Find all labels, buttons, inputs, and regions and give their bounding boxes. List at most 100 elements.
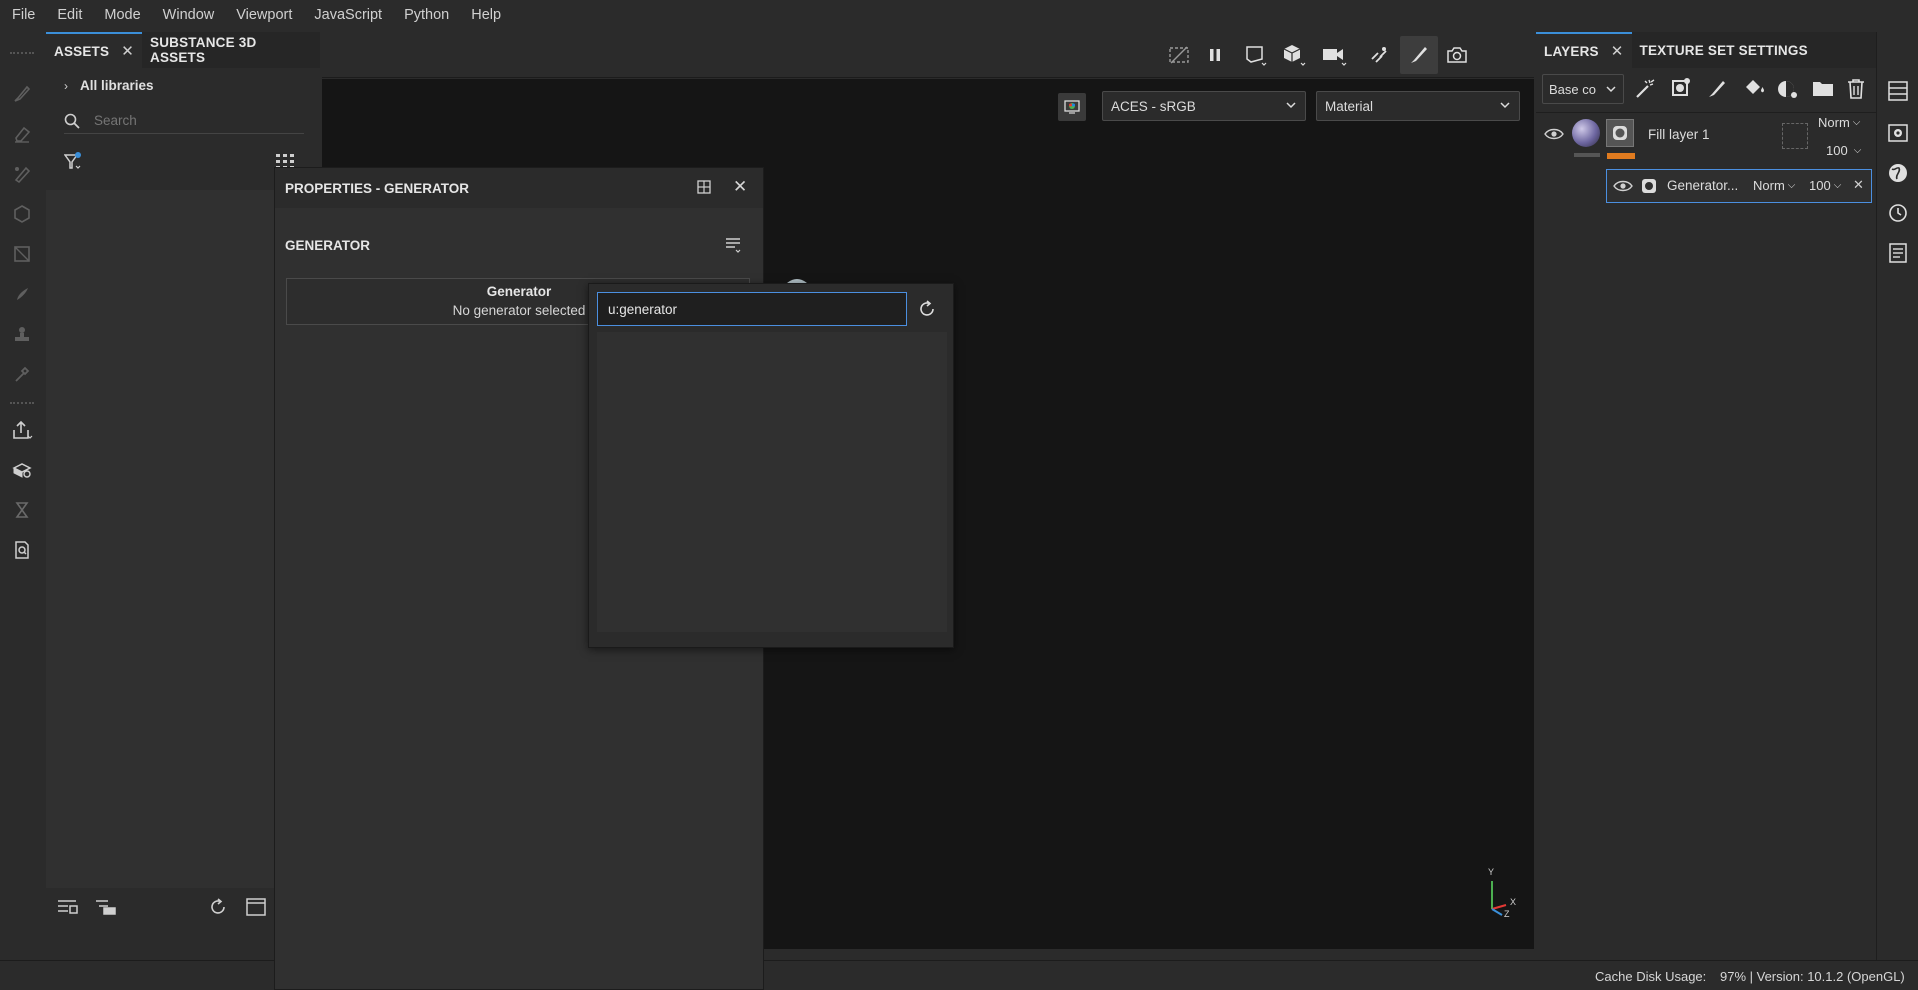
camera-view-icon[interactable]: [1320, 40, 1350, 70]
menu-window[interactable]: Window: [152, 7, 226, 23]
generator-search-input[interactable]: [597, 292, 907, 326]
menu-mode[interactable]: Mode: [93, 7, 151, 23]
axis-z-label: Z: [1504, 909, 1510, 919]
tab-texture-set-settings[interactable]: TEXTURE SET SETTINGS: [1632, 32, 1816, 68]
blend-mode-dropdown[interactable]: Norm ⌵: [1818, 115, 1860, 130]
paint-brush-tool-icon[interactable]: [10, 82, 34, 106]
menu-bar: File Edit Mode Window Viewport JavaScrip…: [0, 0, 1918, 30]
layer-name: Generator...: [1667, 178, 1739, 193]
tab-layers-label: LAYERS: [1544, 43, 1599, 59]
cache-disk-value: 97% | Version: 10.1.2 (OpenGL): [1720, 969, 1905, 984]
layer-row-fill[interactable]: Fill layer 1 Norm ⌵ 100 ⌵: [1536, 113, 1876, 165]
layer-channel-bar: [1574, 153, 1600, 157]
add-effect-icon[interactable]: [1670, 78, 1692, 100]
add-fill-layer-icon[interactable]: [1742, 78, 1766, 100]
mask-thumbnail[interactable]: [1606, 119, 1634, 147]
opacity-dropdown[interactable]: 100 ⌵: [1809, 178, 1841, 193]
chevron-down-icon: [1605, 83, 1617, 95]
menu-help[interactable]: Help: [460, 7, 512, 23]
document-search-icon[interactable]: [10, 538, 34, 562]
layer-stack-icon[interactable]: [1887, 80, 1909, 102]
chevron-down-icon: ⌵: [1852, 117, 1861, 128]
channel-dropdown[interactable]: Base co: [1542, 74, 1624, 104]
channel-value: Base co: [1549, 81, 1596, 97]
add-mask-icon[interactable]: [1776, 78, 1798, 100]
close-icon[interactable]: ✕: [1611, 42, 1624, 60]
dock-window-icon[interactable]: [697, 180, 711, 194]
toolbar-grip: [10, 402, 34, 404]
export-icon[interactable]: [10, 418, 34, 442]
filter-icon[interactable]: [64, 152, 86, 172]
settings-panel-icon[interactable]: [1887, 122, 1909, 144]
environment-icon[interactable]: [1887, 162, 1909, 184]
menu-file[interactable]: File: [0, 7, 46, 23]
cache-disk-label: Cache Disk Usage:: [1595, 969, 1707, 984]
assets-search-input[interactable]: [94, 113, 294, 128]
hourglass-icon[interactable]: [10, 498, 34, 522]
assets-tab-bar: ASSETS ✕ SUBSTANCE 3D ASSETS: [46, 32, 320, 68]
magic-wand-icon[interactable]: [1634, 78, 1656, 100]
chevron-down-icon: ⌵: [1853, 145, 1862, 156]
delete-layer-icon[interactable]: [1846, 78, 1866, 100]
visibility-eye-icon[interactable]: [1613, 179, 1633, 193]
chevron-down-icon: [1499, 99, 1511, 111]
layer-mask-placeholder: [1782, 123, 1808, 149]
hide-overlay-icon[interactable]: [1164, 40, 1194, 70]
tab-substance-3d-assets[interactable]: SUBSTANCE 3D ASSETS: [142, 32, 320, 68]
chevron-down-icon: [1285, 99, 1297, 111]
section-menu-icon[interactable]: [725, 236, 743, 254]
library-tree-icon[interactable]: [96, 898, 116, 916]
library-selector[interactable]: › All libraries: [64, 78, 154, 93]
material-sphere-thumbnail: [1572, 119, 1600, 147]
menu-viewport[interactable]: Viewport: [225, 7, 303, 23]
right-tool-strip: [1876, 32, 1918, 960]
remove-effect-close-icon[interactable]: ✕: [1853, 177, 1864, 193]
properties-title-bar[interactable]: PROPERTIES - GENERATOR ✕: [275, 168, 763, 208]
menu-edit[interactable]: Edit: [46, 7, 93, 23]
close-icon[interactable]: ✕: [733, 177, 747, 197]
display-mode-dropdown[interactable]: Material: [1316, 91, 1520, 121]
bake-mesh-icon[interactable]: [10, 458, 34, 482]
add-paint-layer-icon[interactable]: [1706, 78, 1728, 100]
tab-assets[interactable]: ASSETS ✕: [46, 32, 142, 68]
blend-mode-value: Norm: [1818, 115, 1850, 130]
tab-layers[interactable]: LAYERS ✕: [1536, 32, 1632, 68]
refresh-icon[interactable]: [208, 897, 228, 917]
reset-search-icon[interactable]: [917, 299, 937, 319]
2d-view-icon[interactable]: [1242, 40, 1272, 70]
layer-row-generator[interactable]: Generator... Norm ⌵ 100 ⌵ ✕: [1606, 169, 1872, 203]
add-folder-icon[interactable]: [1812, 78, 1834, 98]
layers-tab-bar: LAYERS ✕ TEXTURE SET SETTINGS: [1536, 32, 1876, 68]
search-icon: [64, 113, 80, 129]
assets-search[interactable]: [64, 108, 304, 134]
close-icon[interactable]: ✕: [121, 42, 134, 60]
visibility-eye-icon[interactable]: [1544, 127, 1564, 141]
chevron-down-icon: ⌵: [1787, 180, 1796, 191]
display-settings-icon[interactable]: [1058, 93, 1086, 121]
paint-mode-button[interactable]: [1400, 36, 1438, 74]
color-profile-value: ACES - sRGB: [1111, 98, 1196, 114]
eraser-tool-icon[interactable]: [10, 122, 34, 146]
layers-list: Fill layer 1 Norm ⌵ 100 ⌵ Generator... N…: [1536, 112, 1876, 960]
screenshot-camera-icon[interactable]: [1442, 40, 1472, 70]
geometry-mask-tool-icon[interactable]: [10, 202, 34, 226]
polygon-fill-tool-icon[interactable]: [10, 242, 34, 266]
pause-icon[interactable]: [1200, 40, 1230, 70]
opacity-dropdown[interactable]: 100 ⌵: [1826, 143, 1861, 158]
clone-stamp-tool-icon[interactable]: [10, 322, 34, 346]
window-icon[interactable]: [246, 898, 266, 916]
history-icon[interactable]: [1887, 202, 1909, 224]
generator-section-title: GENERATOR: [285, 238, 371, 253]
projection-tool-icon[interactable]: [10, 162, 34, 186]
log-icon[interactable]: [1887, 242, 1909, 264]
color-picker-tool-icon[interactable]: [10, 362, 34, 386]
search-results-list[interactable]: [597, 332, 947, 632]
menu-python[interactable]: Python: [393, 7, 460, 23]
color-profile-dropdown[interactable]: ACES - sRGB: [1102, 91, 1306, 121]
3d-view-icon[interactable]: [1280, 40, 1310, 70]
blend-mode-dropdown[interactable]: Norm ⌵: [1753, 178, 1795, 193]
menu-javascript[interactable]: JavaScript: [303, 7, 393, 23]
library-list-icon[interactable]: [58, 898, 78, 916]
smudge-tool-icon[interactable]: [10, 282, 34, 306]
symmetry-icon[interactable]: [1364, 40, 1394, 70]
